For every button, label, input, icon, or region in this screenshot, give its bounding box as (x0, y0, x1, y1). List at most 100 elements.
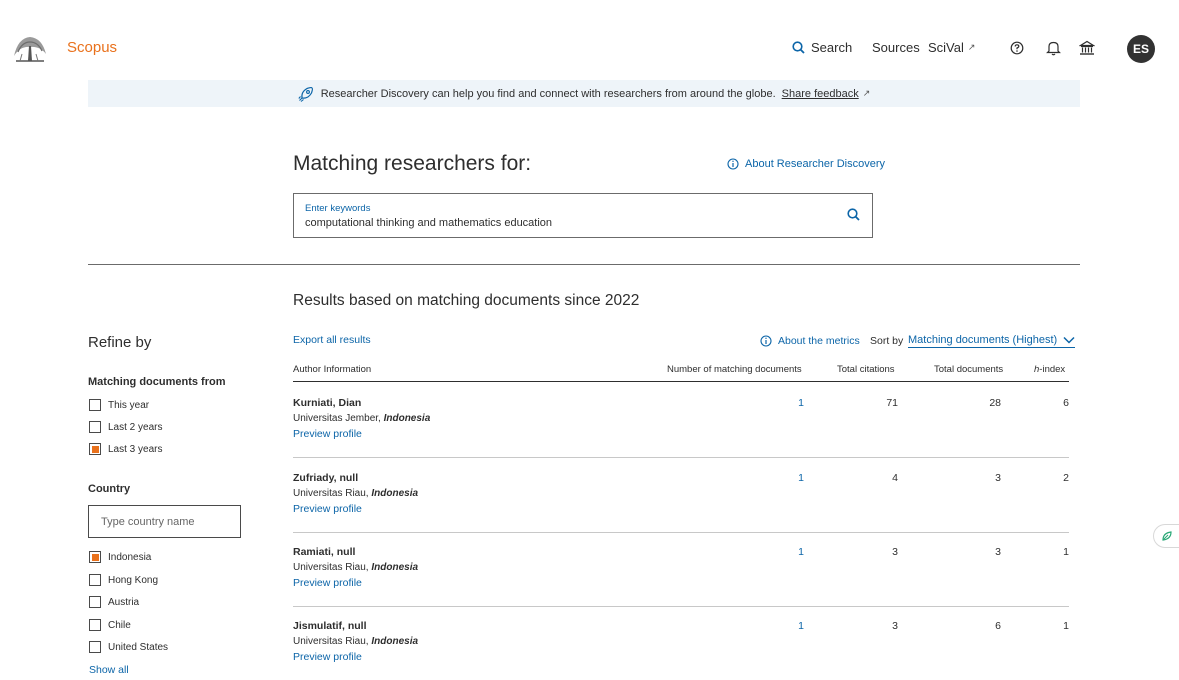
author-name[interactable]: Jismulatif, null (293, 620, 367, 632)
search-input-label: Enter keywords (305, 203, 371, 214)
external-link-icon: ↗ (862, 88, 871, 98)
search-input-value[interactable]: computational thinking and mathematics e… (305, 217, 552, 229)
total-citations: 71 (886, 397, 898, 409)
preview-profile-link[interactable]: Preview profile (293, 428, 362, 440)
filter-country-united-states[interactable]: United States (89, 641, 168, 653)
checkbox[interactable] (89, 596, 101, 608)
preview-profile-link[interactable]: Preview profile (293, 503, 362, 515)
filter-this-year[interactable]: This year (89, 399, 149, 411)
table-row: Ramiati, null Universitas Riau, Indonesi… (293, 546, 1069, 621)
about-researcher-discovery-link[interactable]: About Researcher Discovery (727, 158, 885, 170)
external-link-icon: ↗ (967, 42, 976, 52)
share-feedback-link[interactable]: Share feedback (782, 88, 859, 100)
column-header-h-index[interactable]: h-index (1034, 364, 1065, 375)
institution-icon (1079, 40, 1095, 55)
institution: Universitas Riau, (293, 488, 372, 499)
notifications-button[interactable] (1043, 38, 1063, 58)
feedback-banner: Researcher Discovery can help you find a… (88, 80, 1080, 107)
filter-country-chile[interactable]: Chile (89, 619, 131, 631)
filter-label: Chile (108, 619, 131, 631)
rocket-icon (298, 86, 313, 102)
nav-search[interactable]: Search (792, 40, 852, 55)
total-citations: 4 (892, 472, 898, 484)
filter-label: Last 3 years (108, 443, 163, 455)
checkbox[interactable] (89, 421, 101, 433)
search-icon[interactable] (847, 208, 860, 221)
table-header-rule (293, 381, 1069, 382)
help-icon (1010, 41, 1024, 55)
floating-assistant-button[interactable] (1153, 524, 1179, 548)
checkbox[interactable] (89, 619, 101, 631)
top-navigation: Scopus Search Sources SciVal ↗ ES (0, 0, 1179, 78)
matching-documents-count[interactable]: 1 (798, 472, 804, 484)
filter-label: United States (108, 641, 169, 653)
keyword-search-input[interactable]: Enter keywords computational thinking an… (293, 193, 873, 238)
country-search-input[interactable] (88, 505, 241, 538)
table-row: Jismulatif, null Universitas Riau, Indon… (293, 620, 1069, 680)
author-name[interactable]: Kurniati, Dian (293, 397, 361, 409)
filter-country-austria[interactable]: Austria (89, 596, 139, 608)
checkbox-checked[interactable] (89, 443, 101, 455)
help-button[interactable] (1007, 38, 1027, 58)
preview-profile-link[interactable]: Preview profile (293, 651, 362, 663)
nav-sources[interactable]: Sources (872, 40, 920, 55)
country: Indonesia (371, 488, 419, 499)
info-icon (727, 158, 739, 170)
checkbox[interactable] (89, 641, 101, 653)
info-icon (760, 335, 772, 347)
matching-documents-count[interactable]: 1 (798, 397, 804, 409)
checkbox[interactable] (89, 574, 101, 586)
section-divider (88, 264, 1080, 265)
preview-profile-link[interactable]: Preview profile (293, 577, 362, 589)
institution-button[interactable] (1077, 38, 1097, 58)
h-index-value: 1 (1063, 546, 1069, 558)
row-divider (293, 532, 1069, 533)
leaf-icon (1161, 531, 1172, 541)
h-index-value: 6 (1063, 397, 1069, 409)
show-all-countries-link[interactable]: Show all (89, 664, 129, 676)
table-row: Zufriady, null Universitas Riau, Indones… (293, 472, 1069, 547)
filter-country-hong-kong[interactable]: Hong Kong (89, 574, 158, 586)
institution: Universitas Jember, (293, 413, 384, 424)
country: Indonesia (371, 636, 419, 647)
banner-text: Researcher Discovery can help you find a… (320, 87, 776, 100)
country: Indonesia (371, 562, 419, 573)
checkbox-checked[interactable] (89, 551, 101, 563)
column-header-total-documents[interactable]: Total documents (934, 364, 1003, 375)
matching-documents-count[interactable]: 1 (798, 546, 804, 558)
author-affiliation: Universitas Riau, Indonesia (293, 488, 418, 499)
author-name[interactable]: Zufriady, null (293, 472, 358, 484)
filter-label: Hong Kong (108, 574, 159, 586)
author-affiliation: Universitas Jember, Indonesia (293, 413, 430, 424)
filter-label: Last 2 years (108, 421, 163, 433)
sort-by-dropdown[interactable]: Matching documents (Highest) (908, 334, 1076, 348)
search-icon (792, 41, 805, 54)
elsevier-tree-logo[interactable] (10, 34, 50, 64)
sort-by-value: Matching documents (Highest) (908, 334, 1058, 346)
total-citations: 3 (892, 546, 898, 558)
scopus-logo[interactable]: Scopus (67, 39, 117, 56)
matching-documents-count[interactable]: 1 (798, 620, 804, 632)
refine-by-title: Refine by (88, 334, 152, 351)
column-header-total-citations[interactable]: Total citations (837, 364, 895, 375)
bell-icon (1045, 41, 1061, 56)
filter-label: Indonesia (108, 551, 152, 563)
filter-country-indonesia[interactable]: Indonesia (89, 551, 151, 563)
filter-label: Austria (108, 596, 140, 608)
author-affiliation: Universitas Riau, Indonesia (293, 636, 418, 647)
filter-last-3-years[interactable]: Last 3 years (89, 443, 162, 455)
matching-documents-facet-title: Matching documents from (88, 376, 226, 388)
about-metrics-label: About the metrics (778, 335, 860, 347)
column-header-matching-documents[interactable]: Number of matching documents (667, 364, 802, 375)
checkbox[interactable] (89, 399, 101, 411)
row-divider (293, 606, 1069, 607)
column-header-author: Author Information (293, 364, 372, 375)
author-name[interactable]: Ramiati, null (293, 546, 355, 558)
filter-last-2-years[interactable]: Last 2 years (89, 421, 162, 433)
user-avatar[interactable]: ES (1127, 35, 1155, 63)
country-facet-title: Country (88, 483, 131, 495)
about-metrics-link[interactable]: About the metrics (760, 335, 860, 347)
export-all-results-link[interactable]: Export all results (293, 334, 371, 346)
nav-scival[interactable]: SciVal ↗ (928, 40, 975, 55)
about-researcher-discovery-label: About Researcher Discovery (745, 158, 886, 170)
